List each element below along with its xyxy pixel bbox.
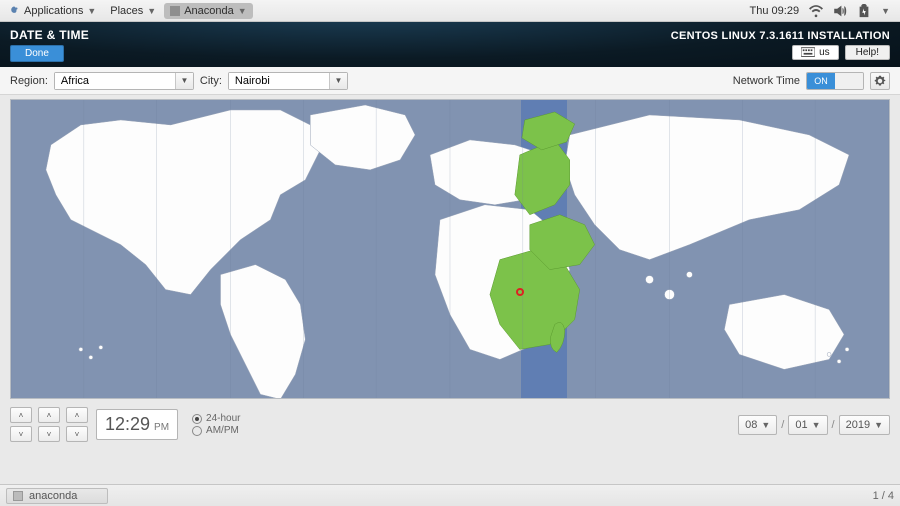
chevron-down-icon: ▼	[874, 420, 883, 430]
desktop-top-panel: Applications ▼ Places ▼ Anaconda ▼ Thu 0…	[0, 0, 900, 22]
timezone-map[interactable]	[10, 99, 890, 399]
day-value: 01	[795, 419, 807, 431]
chevron-down-icon: ▼	[147, 6, 156, 16]
minute-down-button[interactable]: ˅	[38, 426, 60, 442]
day-combo[interactable]: 01 ▼	[788, 415, 827, 435]
minute-stepper: ˄ ˅	[38, 407, 60, 442]
region-combo[interactable]: ▼	[54, 72, 194, 90]
help-button[interactable]: Help!	[845, 45, 890, 60]
ampm-stepper: ˄ ˅	[66, 407, 88, 442]
toggle-off-handle	[835, 73, 863, 89]
workspace-pager[interactable]: 1 / 4	[873, 490, 894, 502]
taskbar-app-label: anaconda	[29, 490, 77, 502]
gear-icon	[874, 75, 886, 87]
chevron-up-icon: ˄	[75, 411, 80, 420]
hour-stepper: ˄ ˅	[10, 407, 32, 442]
chevron-down-icon: ▼	[812, 420, 821, 430]
hour-up-button[interactable]: ˄	[10, 407, 32, 423]
city-label: City:	[200, 75, 222, 87]
month-combo[interactable]: 08 ▼	[738, 415, 777, 435]
format-ampm-label: AM/PM	[206, 425, 239, 436]
year-value: 2019	[846, 419, 870, 431]
ampm-up-button[interactable]: ˄	[66, 407, 88, 423]
radio-unchecked-icon	[192, 426, 202, 436]
location-pin-icon	[516, 288, 524, 296]
volume-icon[interactable]	[833, 4, 847, 18]
panel-item-label: Anaconda	[184, 5, 234, 17]
anaconda-app-icon	[170, 6, 180, 16]
chevron-down-icon: ▼	[180, 76, 188, 85]
network-time-toggle[interactable]: ON	[806, 72, 864, 90]
city-combo[interactable]: ▼	[228, 72, 348, 90]
keyboard-icon	[801, 47, 815, 57]
date-separator: /	[832, 419, 835, 431]
panel-right-cluster: Thu 09:29 ▼	[750, 4, 896, 18]
chevron-down-icon[interactable]: ▼	[881, 6, 890, 16]
header-left: DATE & TIME Done	[10, 28, 89, 62]
month-value: 08	[745, 419, 757, 431]
chevron-down-icon: ▼	[761, 420, 770, 430]
format-24h-option[interactable]: 24-hour	[192, 413, 240, 424]
date-separator: /	[781, 419, 784, 431]
ntp-settings-button[interactable]	[870, 72, 890, 90]
network-time-label: Network Time	[733, 75, 800, 87]
install-brand-label: CENTOS LINUX 7.3.1611 INSTALLATION	[671, 30, 890, 42]
filter-right-cluster: Network Time ON	[733, 72, 890, 90]
city-dropdown-button[interactable]: ▼	[329, 73, 347, 89]
time-display: 12:29 PM	[96, 409, 178, 440]
panel-left-cluster: Applications ▼ Places ▼ Anaconda ▼	[4, 3, 253, 19]
time-value: 12:29	[105, 414, 150, 435]
world-map-svg	[11, 100, 889, 399]
chevron-up-icon: ˄	[19, 411, 24, 420]
region-input[interactable]	[55, 73, 175, 89]
region-label: Region:	[10, 75, 48, 87]
page-title: DATE & TIME	[10, 28, 89, 42]
window-icon	[13, 491, 23, 501]
chevron-down-icon: ˅	[47, 430, 52, 439]
ampm-down-button[interactable]: ˅	[66, 426, 88, 442]
battery-icon[interactable]	[857, 4, 871, 18]
active-app-menu[interactable]: Anaconda ▼	[164, 3, 252, 19]
taskbar-window-button[interactable]: anaconda	[6, 488, 108, 504]
places-menu[interactable]: Places ▼	[104, 3, 162, 19]
timezone-filter-bar: Region: ▼ City: ▼ Network Time ON	[0, 67, 900, 95]
header-tools: us Help!	[792, 45, 890, 60]
panel-item-label: Places	[110, 5, 143, 17]
time-format-options: 24-hour AM/PM	[192, 413, 240, 436]
keyboard-layout-indicator[interactable]: us	[792, 45, 839, 60]
anaconda-header: DATE & TIME Done CENTOS LINUX 7.3.1611 I…	[0, 22, 900, 67]
radio-checked-icon	[192, 414, 202, 424]
clock-label[interactable]: Thu 09:29	[750, 5, 800, 17]
map-container	[0, 95, 900, 399]
done-button[interactable]: Done	[10, 45, 64, 62]
hour-down-button[interactable]: ˅	[10, 426, 32, 442]
chevron-down-icon: ▼	[87, 6, 96, 16]
applications-menu[interactable]: Applications ▼	[4, 3, 102, 19]
date-selectors: 08 ▼ / 01 ▼ / 2019 ▼	[738, 415, 890, 435]
ampm-value: PM	[154, 422, 169, 433]
year-combo[interactable]: 2019 ▼	[839, 415, 890, 435]
foot-icon	[10, 6, 20, 16]
panel-item-label: Applications	[24, 5, 83, 17]
city-input[interactable]	[229, 73, 329, 89]
keyboard-layout-label: us	[819, 47, 830, 58]
toggle-on-label: ON	[807, 73, 835, 89]
datetime-controls: ˄ ˅ ˄ ˅ ˄ ˅ 12:29 PM 24-hour AM/PM 08 ▼ …	[0, 399, 900, 450]
region-dropdown-button[interactable]: ▼	[175, 73, 193, 89]
format-ampm-option[interactable]: AM/PM	[192, 425, 240, 436]
chevron-down-icon: ˅	[19, 430, 24, 439]
chevron-down-icon: ▼	[238, 6, 247, 16]
chevron-down-icon: ˅	[75, 430, 80, 439]
desktop-taskbar: anaconda 1 / 4	[0, 484, 900, 506]
network-wifi-icon[interactable]	[809, 4, 823, 18]
format-24h-label: 24-hour	[206, 413, 240, 424]
chevron-down-icon: ▼	[334, 76, 342, 85]
chevron-up-icon: ˄	[47, 411, 52, 420]
minute-up-button[interactable]: ˄	[38, 407, 60, 423]
header-right: CENTOS LINUX 7.3.1611 INSTALLATION us He…	[671, 30, 890, 60]
